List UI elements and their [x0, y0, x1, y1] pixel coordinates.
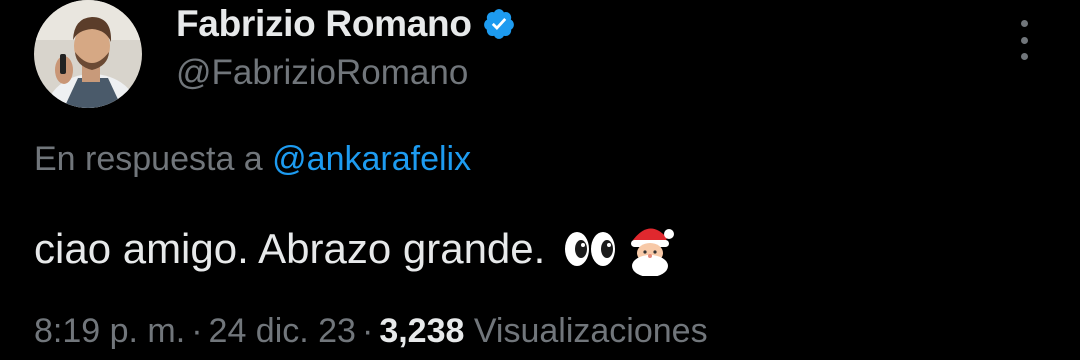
profile-photo: [34, 0, 142, 108]
tweet-date[interactable]: 24 dic. 23: [209, 312, 356, 350]
author-name-row: Fabrizio Romano: [176, 2, 516, 46]
more-dot: [1020, 53, 1028, 60]
views-label[interactable]: Visualizaciones: [474, 312, 708, 350]
reply-mention-link[interactable]: @ankarafelix: [272, 140, 471, 178]
verified-badge-icon: [482, 7, 516, 41]
tweet-time[interactable]: 8:19 p. m.: [34, 312, 185, 350]
tweet-meta: 8:19 p. m. · 24 dic. 23 · 3,238 Visualizacio…: [34, 312, 708, 351]
santa-emoji-icon: [625, 222, 675, 277]
more-dot: [1020, 20, 1028, 27]
author-display-name[interactable]: Fabrizio Romano: [176, 3, 472, 45]
more-dot: [1020, 36, 1028, 44]
separator: ·: [191, 312, 203, 350]
views-count[interactable]: 3,238: [379, 312, 464, 350]
tweet-body: ciao amigo. Abrazo grande.: [34, 222, 675, 277]
eyes-emoji-icon: [563, 227, 619, 271]
reply-context: En respuesta a @ankarafelix: [34, 140, 471, 179]
tweet-text: ciao amigo. Abrazo grande.: [34, 225, 546, 272]
avatar[interactable]: [34, 0, 142, 108]
more-options-icon[interactable]: [1010, 20, 1038, 60]
author-handle[interactable]: @FabrizioRomano: [176, 53, 468, 93]
separator: ·: [361, 312, 374, 350]
reply-prefix: En respuesta a: [34, 140, 263, 178]
